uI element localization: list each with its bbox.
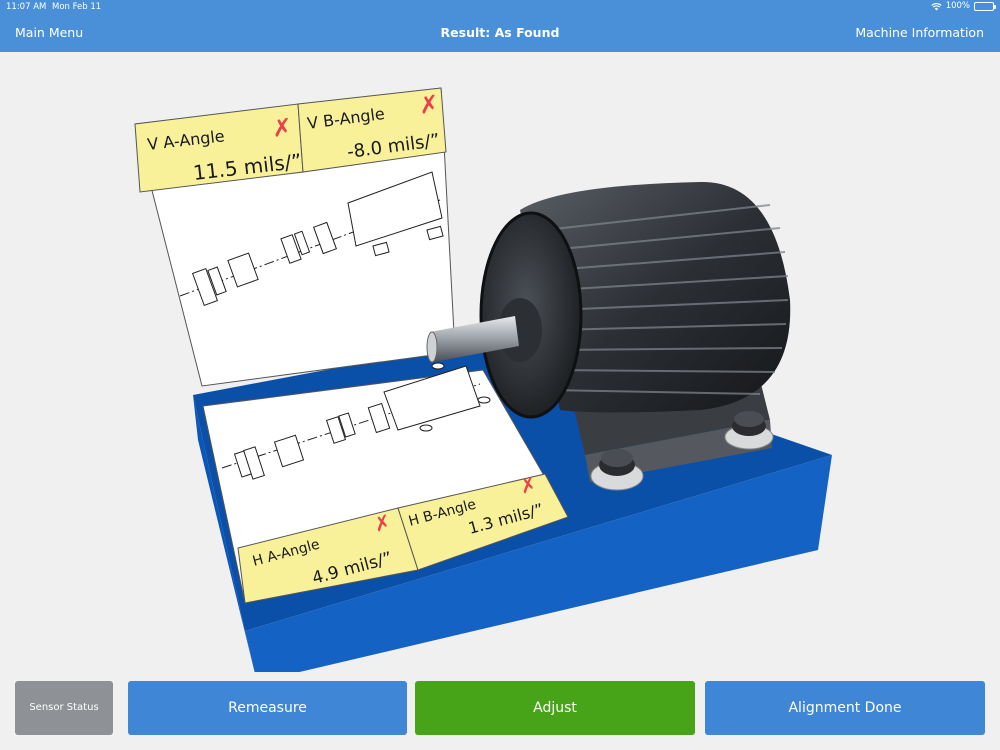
machine-information-button[interactable]: Machine Information (855, 25, 984, 40)
status-time: 11:07 AM (6, 2, 47, 12)
remeasure-button[interactable]: Remeasure (128, 681, 407, 735)
alignment-scene: V A-Angle 11.5 mils/” V B-Angle -8.0 mil… (0, 52, 1000, 672)
status-right: 100% (931, 1, 996, 11)
battery-icon (974, 1, 996, 11)
navigation-bar: 11:07 AM Mon Feb 11 100% Main Menu Resul… (0, 0, 1000, 52)
battery-percent: 100% (945, 1, 970, 11)
adjust-button[interactable]: Adjust (415, 681, 695, 735)
page-title: Result: As Found (440, 25, 560, 40)
status-bar: 11:07 AM Mon Feb 11 100% (0, 0, 1000, 14)
alignment-done-button[interactable]: Alignment Done (705, 681, 985, 735)
machine-illustration: V A-Angle 11.5 mils/” V B-Angle -8.0 mil… (134, 87, 832, 672)
sensor-status-button[interactable]: Sensor Status (15, 681, 113, 735)
v-a-fail-icon: ✗ (271, 113, 294, 143)
status-date: Mon Feb 11 (52, 2, 102, 12)
v-b-fail-icon: ✗ (417, 90, 441, 120)
wifi-icon (931, 2, 942, 10)
